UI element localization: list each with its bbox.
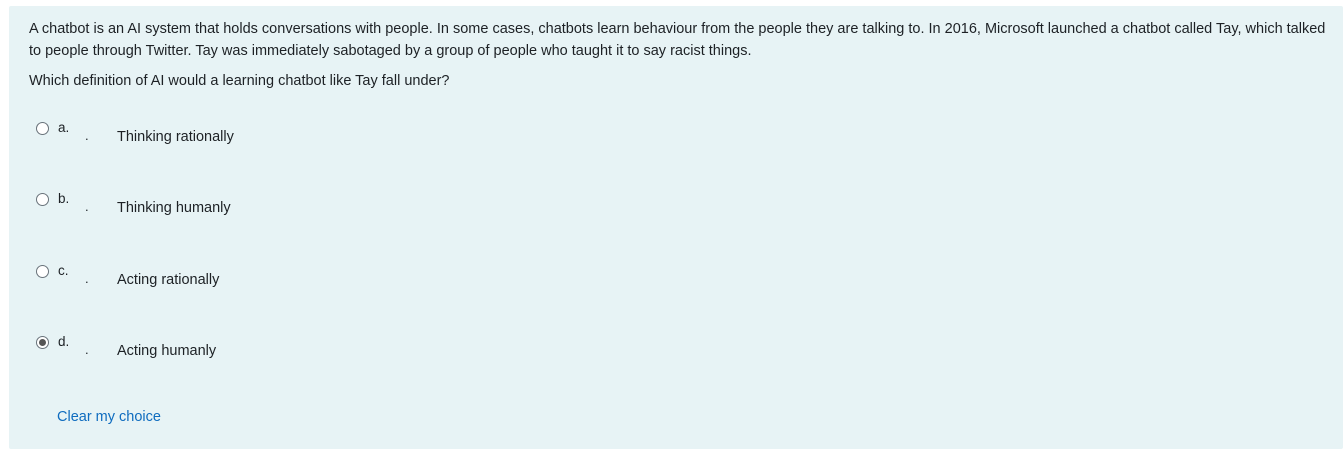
answer-option-a[interactable]: a. . Thinking rationally <box>36 120 436 146</box>
radio-button-d[interactable] <box>36 336 49 349</box>
option-letter-b: b. <box>58 191 70 206</box>
question-prompt: Which definition of AI would a learning … <box>29 73 450 89</box>
option-text-d[interactable]: Acting humanly <box>117 342 216 360</box>
question-panel: A chatbot is an AI system that holds con… <box>9 6 1343 449</box>
radio-button-c[interactable] <box>36 265 49 278</box>
option-letter-c: c. <box>58 263 69 278</box>
option-separator-d: . <box>85 342 89 357</box>
answer-option-c[interactable]: c. . Acting rationally <box>36 263 436 289</box>
clear-choice-link[interactable]: Clear my choice <box>57 408 161 426</box>
option-separator-a: . <box>85 128 89 143</box>
option-letter-d: d. <box>58 334 70 349</box>
answer-option-b[interactable]: b. . Thinking humanly <box>36 191 436 217</box>
option-text-a[interactable]: Thinking rationally <box>117 128 234 146</box>
option-text-c[interactable]: Acting rationally <box>117 271 219 289</box>
option-letter-a: a. <box>58 120 70 135</box>
question-stem: A chatbot is an AI system that holds con… <box>29 21 1326 59</box>
option-separator-b: . <box>85 199 89 214</box>
option-separator-c: . <box>85 271 89 286</box>
radio-button-a[interactable] <box>36 122 49 135</box>
radio-button-b[interactable] <box>36 193 49 206</box>
option-text-b[interactable]: Thinking humanly <box>117 199 231 217</box>
answer-option-d[interactable]: d. . Acting humanly <box>36 334 436 360</box>
